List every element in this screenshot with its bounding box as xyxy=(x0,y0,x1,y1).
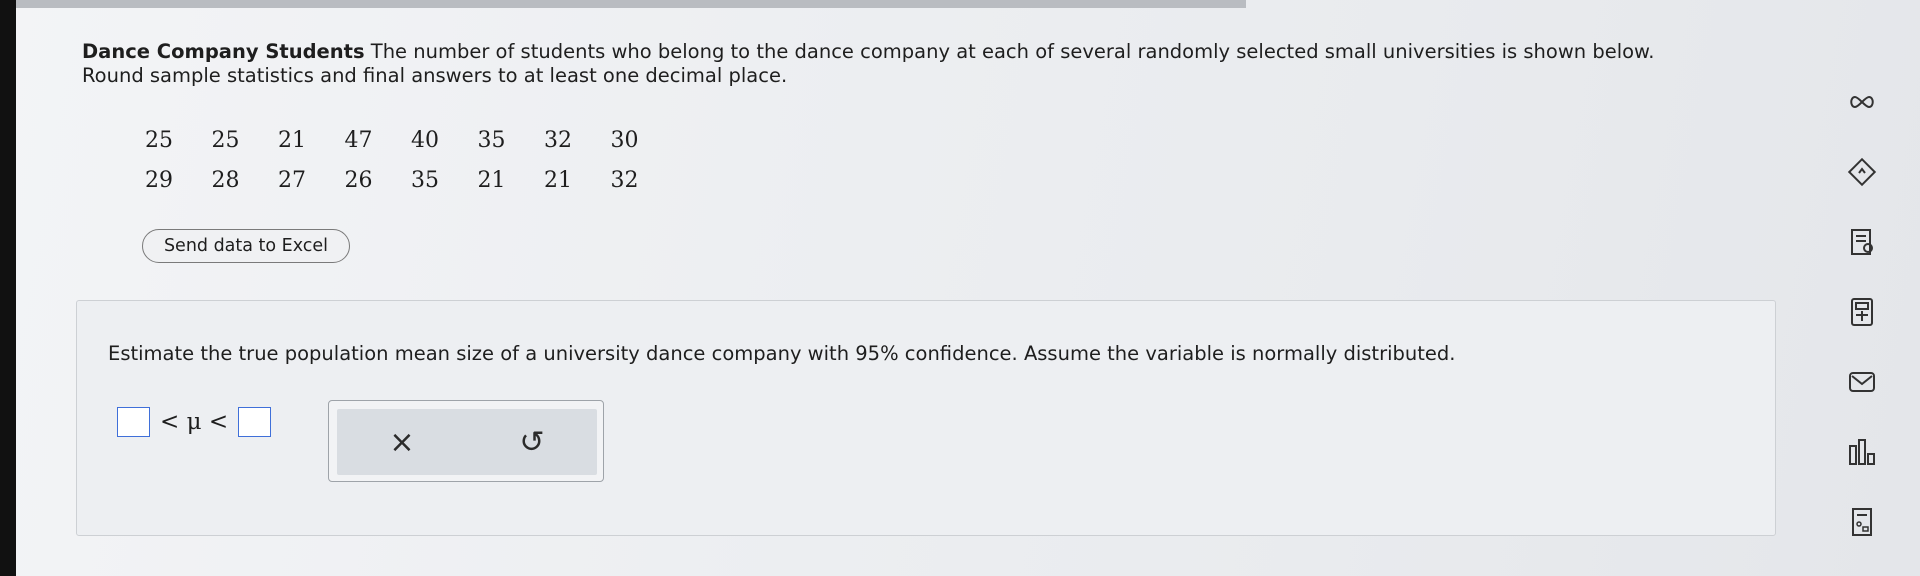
data-cell: 32 xyxy=(610,167,639,193)
upper-bound-input[interactable] xyxy=(238,407,272,437)
problem-title: Dance Company Students xyxy=(82,40,365,63)
data-cell: 40 xyxy=(411,127,439,153)
undo-button[interactable]: ↺ xyxy=(502,417,562,467)
data-cell: 21 xyxy=(544,167,572,193)
inequality-text: < μ < xyxy=(160,409,228,435)
data-cell: 35 xyxy=(477,127,506,153)
problem-statement: Dance Company Students The number of stu… xyxy=(82,40,1802,88)
hint-icon[interactable] xyxy=(1840,152,1884,192)
answer-tool-panel: × ↺ xyxy=(328,400,604,482)
problem-text-line2: Round sample statistics and final answer… xyxy=(82,64,788,87)
question-text: Estimate the true population mean size o… xyxy=(108,342,1456,365)
less-than-symbol: < xyxy=(208,409,229,435)
tool-bar: × ↺ xyxy=(337,409,597,475)
less-than-symbol: < xyxy=(160,409,180,435)
formula-sheet-icon[interactable] xyxy=(1840,502,1884,542)
data-cell: 27 xyxy=(278,167,306,193)
send-to-excel-button[interactable]: Send data to Excel xyxy=(142,229,350,263)
infinity-icon[interactable] xyxy=(1840,82,1884,122)
data-cell: 30 xyxy=(610,127,639,153)
data-cell: 28 xyxy=(211,167,240,193)
data-cell: 21 xyxy=(477,167,506,193)
textbook-icon[interactable] xyxy=(1840,222,1884,262)
undo-icon: ↺ xyxy=(519,424,545,460)
problem-text-line1: The number of students who belong to the… xyxy=(370,40,1655,63)
data-cell: 29 xyxy=(145,167,173,193)
close-icon: × xyxy=(389,424,415,460)
data-table: 25 25 21 47 40 35 32 30 29 28 27 26 35 2… xyxy=(145,120,677,200)
data-row: 29 28 27 26 35 21 21 32 xyxy=(145,160,677,200)
message-icon[interactable] xyxy=(1840,362,1884,402)
mu-symbol: μ xyxy=(186,409,202,435)
top-progress-bar xyxy=(16,0,1246,8)
data-cell: 32 xyxy=(544,127,572,153)
chart-icon[interactable] xyxy=(1840,432,1884,472)
data-cell: 26 xyxy=(344,167,373,193)
data-cell: 25 xyxy=(145,127,173,153)
data-cell: 35 xyxy=(411,167,439,193)
calculator-icon[interactable] xyxy=(1840,292,1884,332)
confidence-interval-inequality: < μ < xyxy=(117,407,272,437)
data-cell: 47 xyxy=(344,127,373,153)
data-row: 25 25 21 47 40 35 32 30 xyxy=(145,120,677,160)
data-cell: 25 xyxy=(211,127,240,153)
data-cell: 21 xyxy=(278,127,306,153)
lower-bound-input[interactable] xyxy=(117,407,150,437)
screen-bezel xyxy=(0,0,16,576)
clear-button[interactable]: × xyxy=(372,417,432,467)
